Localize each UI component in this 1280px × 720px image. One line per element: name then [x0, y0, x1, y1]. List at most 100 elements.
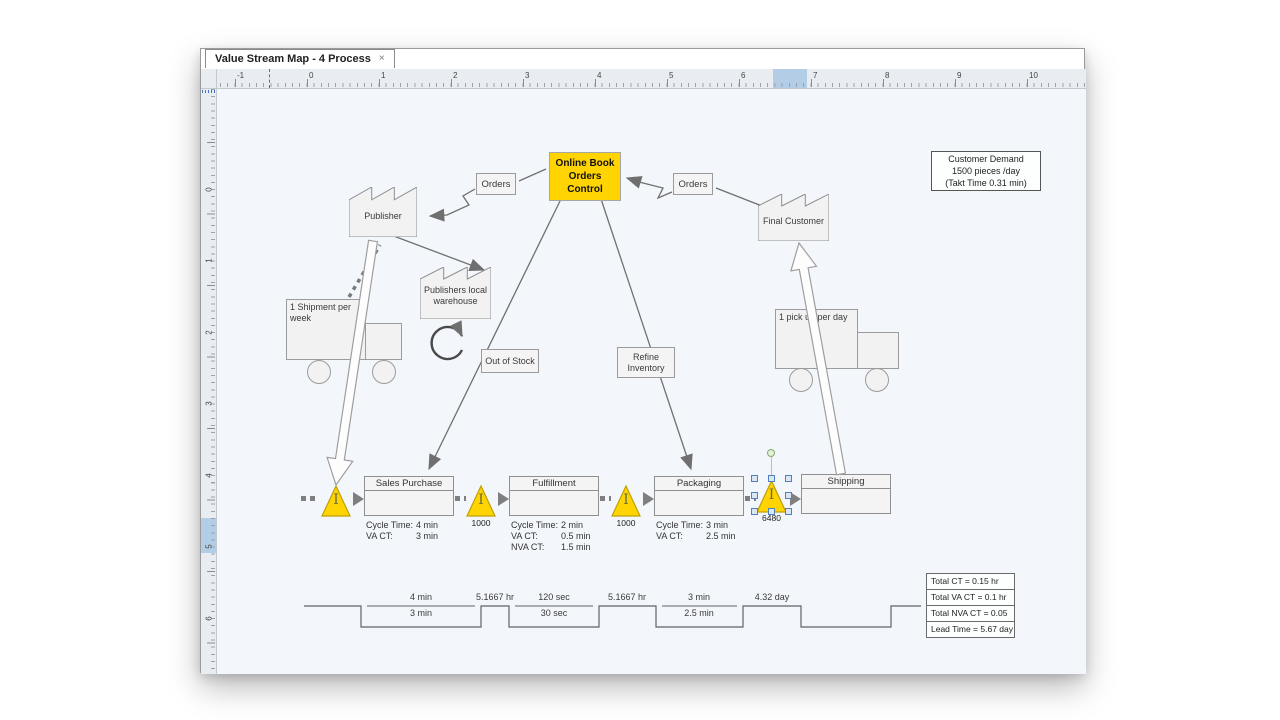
push-arrow-dots: [600, 496, 611, 501]
inventory-triangle-1[interactable]: I: [321, 485, 351, 517]
customer-demand-box[interactable]: Customer Demand 1500 pieces /day (Takt T…: [931, 151, 1041, 191]
tab-close-icon[interactable]: ×: [379, 54, 385, 64]
orders-left-label[interactable]: Orders: [476, 173, 516, 195]
out-of-stock-label[interactable]: Out of Stock: [481, 349, 539, 373]
tab-title: Value Stream Map - 4 Process: [215, 53, 371, 65]
inventory-symbol: I: [756, 488, 787, 502]
stat-value: 3 min: [706, 520, 728, 531]
v-ruler-number: 5: [205, 539, 214, 555]
drawing-canvas[interactable]: Online Book Orders Control Orders Orders…: [217, 89, 1086, 674]
orders-right-label[interactable]: Orders: [673, 173, 713, 195]
h-ruler-number: 6: [741, 71, 745, 80]
info-arrow-orders-to-control: [627, 178, 672, 198]
warehouse-line: warehouse: [420, 296, 491, 307]
h-ruler-number: 7: [813, 71, 817, 80]
h-ruler-number: 10: [1029, 71, 1038, 80]
loop-arrow-icon: [432, 327, 462, 359]
process-shipping[interactable]: Shipping: [801, 474, 891, 514]
timeline-label-lower: 30 sec: [514, 608, 594, 618]
control-center-box[interactable]: Online Book Orders Control: [549, 152, 621, 201]
inventory-triangle-3[interactable]: I: [611, 485, 641, 517]
arrow-control-to-packaging: [601, 199, 691, 469]
stat-label: Cycle Time:: [656, 520, 706, 531]
orders-right-text: Orders: [678, 179, 707, 190]
h-ruler-number: 1: [381, 71, 385, 80]
truck-wheel: [372, 360, 396, 384]
timeline-label-upper: 4.32 day: [732, 592, 812, 602]
customer-demand-line: (Takt Time 0.31 min): [932, 177, 1040, 189]
truck-left-label: 1 Shipment per week: [290, 302, 351, 323]
v-ruler-number: 4: [205, 468, 214, 484]
final-customer-label: Final Customer: [758, 216, 829, 227]
inventory-count: 1000: [611, 518, 641, 528]
inventory-symbol: I: [611, 493, 641, 507]
stat-value: 1.5 min: [561, 542, 591, 553]
timeline-label-upper: 5.1667 hr: [587, 592, 667, 602]
stat-value: 3 min: [416, 531, 438, 542]
truck-left-body: 1 Shipment per week: [286, 299, 366, 360]
selection-handle-s[interactable]: [768, 508, 775, 515]
inventory-count: 1000: [466, 518, 496, 528]
summary-total-nva-ct[interactable]: Total NVA CT = 0.05 hr: [926, 605, 1015, 622]
tab-value-stream-map[interactable]: Value Stream Map - 4 Process ×: [205, 49, 395, 68]
stat-value: 2 min: [561, 520, 583, 531]
v-ruler-number: 1: [205, 253, 214, 269]
h-ruler-number: 0: [309, 71, 313, 80]
h-ruler-number: -1: [237, 71, 244, 80]
refine-inventory-label[interactable]: Refine Inventory: [617, 347, 675, 378]
tab-bar: Value Stream Map - 4 Process ×: [201, 49, 1084, 69]
publisher-label: Publisher: [349, 211, 417, 222]
publisher-factory[interactable]: Publisher: [349, 187, 417, 237]
h-ruler-number: 9: [957, 71, 961, 80]
stat-value: 0.5 min: [561, 531, 591, 542]
selection-handle-se[interactable]: [785, 508, 792, 515]
h-ruler-number: 5: [669, 71, 673, 80]
summary-text: Total CT = 0.15 hr: [931, 576, 999, 586]
final-customer-factory[interactable]: Final Customer: [758, 194, 829, 241]
stat-label: VA CT:: [656, 531, 706, 542]
inventory-triangle-2[interactable]: I: [466, 485, 496, 517]
summary-total-ct[interactable]: Total CT = 0.15 hr: [926, 573, 1015, 590]
truck-left-cab: [365, 323, 402, 360]
process-title: Fulfillment: [510, 477, 598, 491]
process-fulfillment[interactable]: Fulfillment: [509, 476, 599, 516]
timeline-label-lower: 3 min: [381, 608, 461, 618]
stats-packaging: Cycle Time:3 min VA CT:2.5 min: [656, 520, 736, 542]
warehouse-factory[interactable]: Publishers local warehouse: [420, 267, 491, 319]
h-ruler-number: 3: [525, 71, 529, 80]
selection-handle-ne[interactable]: [785, 475, 792, 482]
push-arrowhead: [643, 492, 654, 506]
stats-sales-purchase: Cycle Time:4 min VA CT:3 min: [366, 520, 438, 542]
process-title: Shipping: [802, 475, 890, 489]
h-ruler-number: 4: [597, 71, 601, 80]
selection-handle-e[interactable]: [785, 492, 792, 499]
selection-handle-sw[interactable]: [751, 508, 758, 515]
rotation-handle[interactable]: [767, 449, 775, 457]
summary-total-va-ct[interactable]: Total VA CT = 0.1 hr: [926, 589, 1015, 606]
info-arrow-control-to-orders-left: [519, 169, 546, 181]
summary-text: Lead Time = 5.67 day: [931, 624, 1013, 634]
stat-value: 4 min: [416, 520, 438, 531]
summary-lead-time[interactable]: Lead Time = 5.67 day: [926, 621, 1015, 638]
ruler-corner: [201, 69, 217, 89]
arrow-publisher-to-warehouse: [391, 235, 484, 270]
v-ruler-number: 0: [205, 182, 214, 198]
refine-inventory-text: Refine: [618, 352, 674, 363]
stats-fulfillment: Cycle Time:2 min VA CT:0.5 min NVA CT:1.…: [511, 520, 591, 553]
page-guide-dots: [202, 90, 216, 93]
truck-wheel: [865, 368, 889, 392]
horizontal-ruler[interactable]: -1 0 1 2 3 4 5 6 7 8 9 10 11: [217, 69, 1086, 89]
process-sales-purchase[interactable]: Sales Purchase: [364, 476, 454, 516]
vertical-ruler[interactable]: 0 1 2 3 4 5 6 7: [201, 89, 217, 674]
process-title: Packaging: [655, 477, 743, 491]
selection-handle-w[interactable]: [751, 492, 758, 499]
stat-label: Cycle Time:: [511, 520, 561, 531]
control-line: Orders: [550, 170, 620, 183]
selection-handle-n[interactable]: [768, 475, 775, 482]
warehouse-line: Publishers local: [420, 285, 491, 296]
timeline-label-upper: 3 min: [659, 592, 739, 602]
timeline-label-lower: 2.5 min: [659, 608, 739, 618]
control-line: Control: [550, 183, 620, 196]
process-packaging[interactable]: Packaging: [654, 476, 744, 516]
selection-handle-nw[interactable]: [751, 475, 758, 482]
